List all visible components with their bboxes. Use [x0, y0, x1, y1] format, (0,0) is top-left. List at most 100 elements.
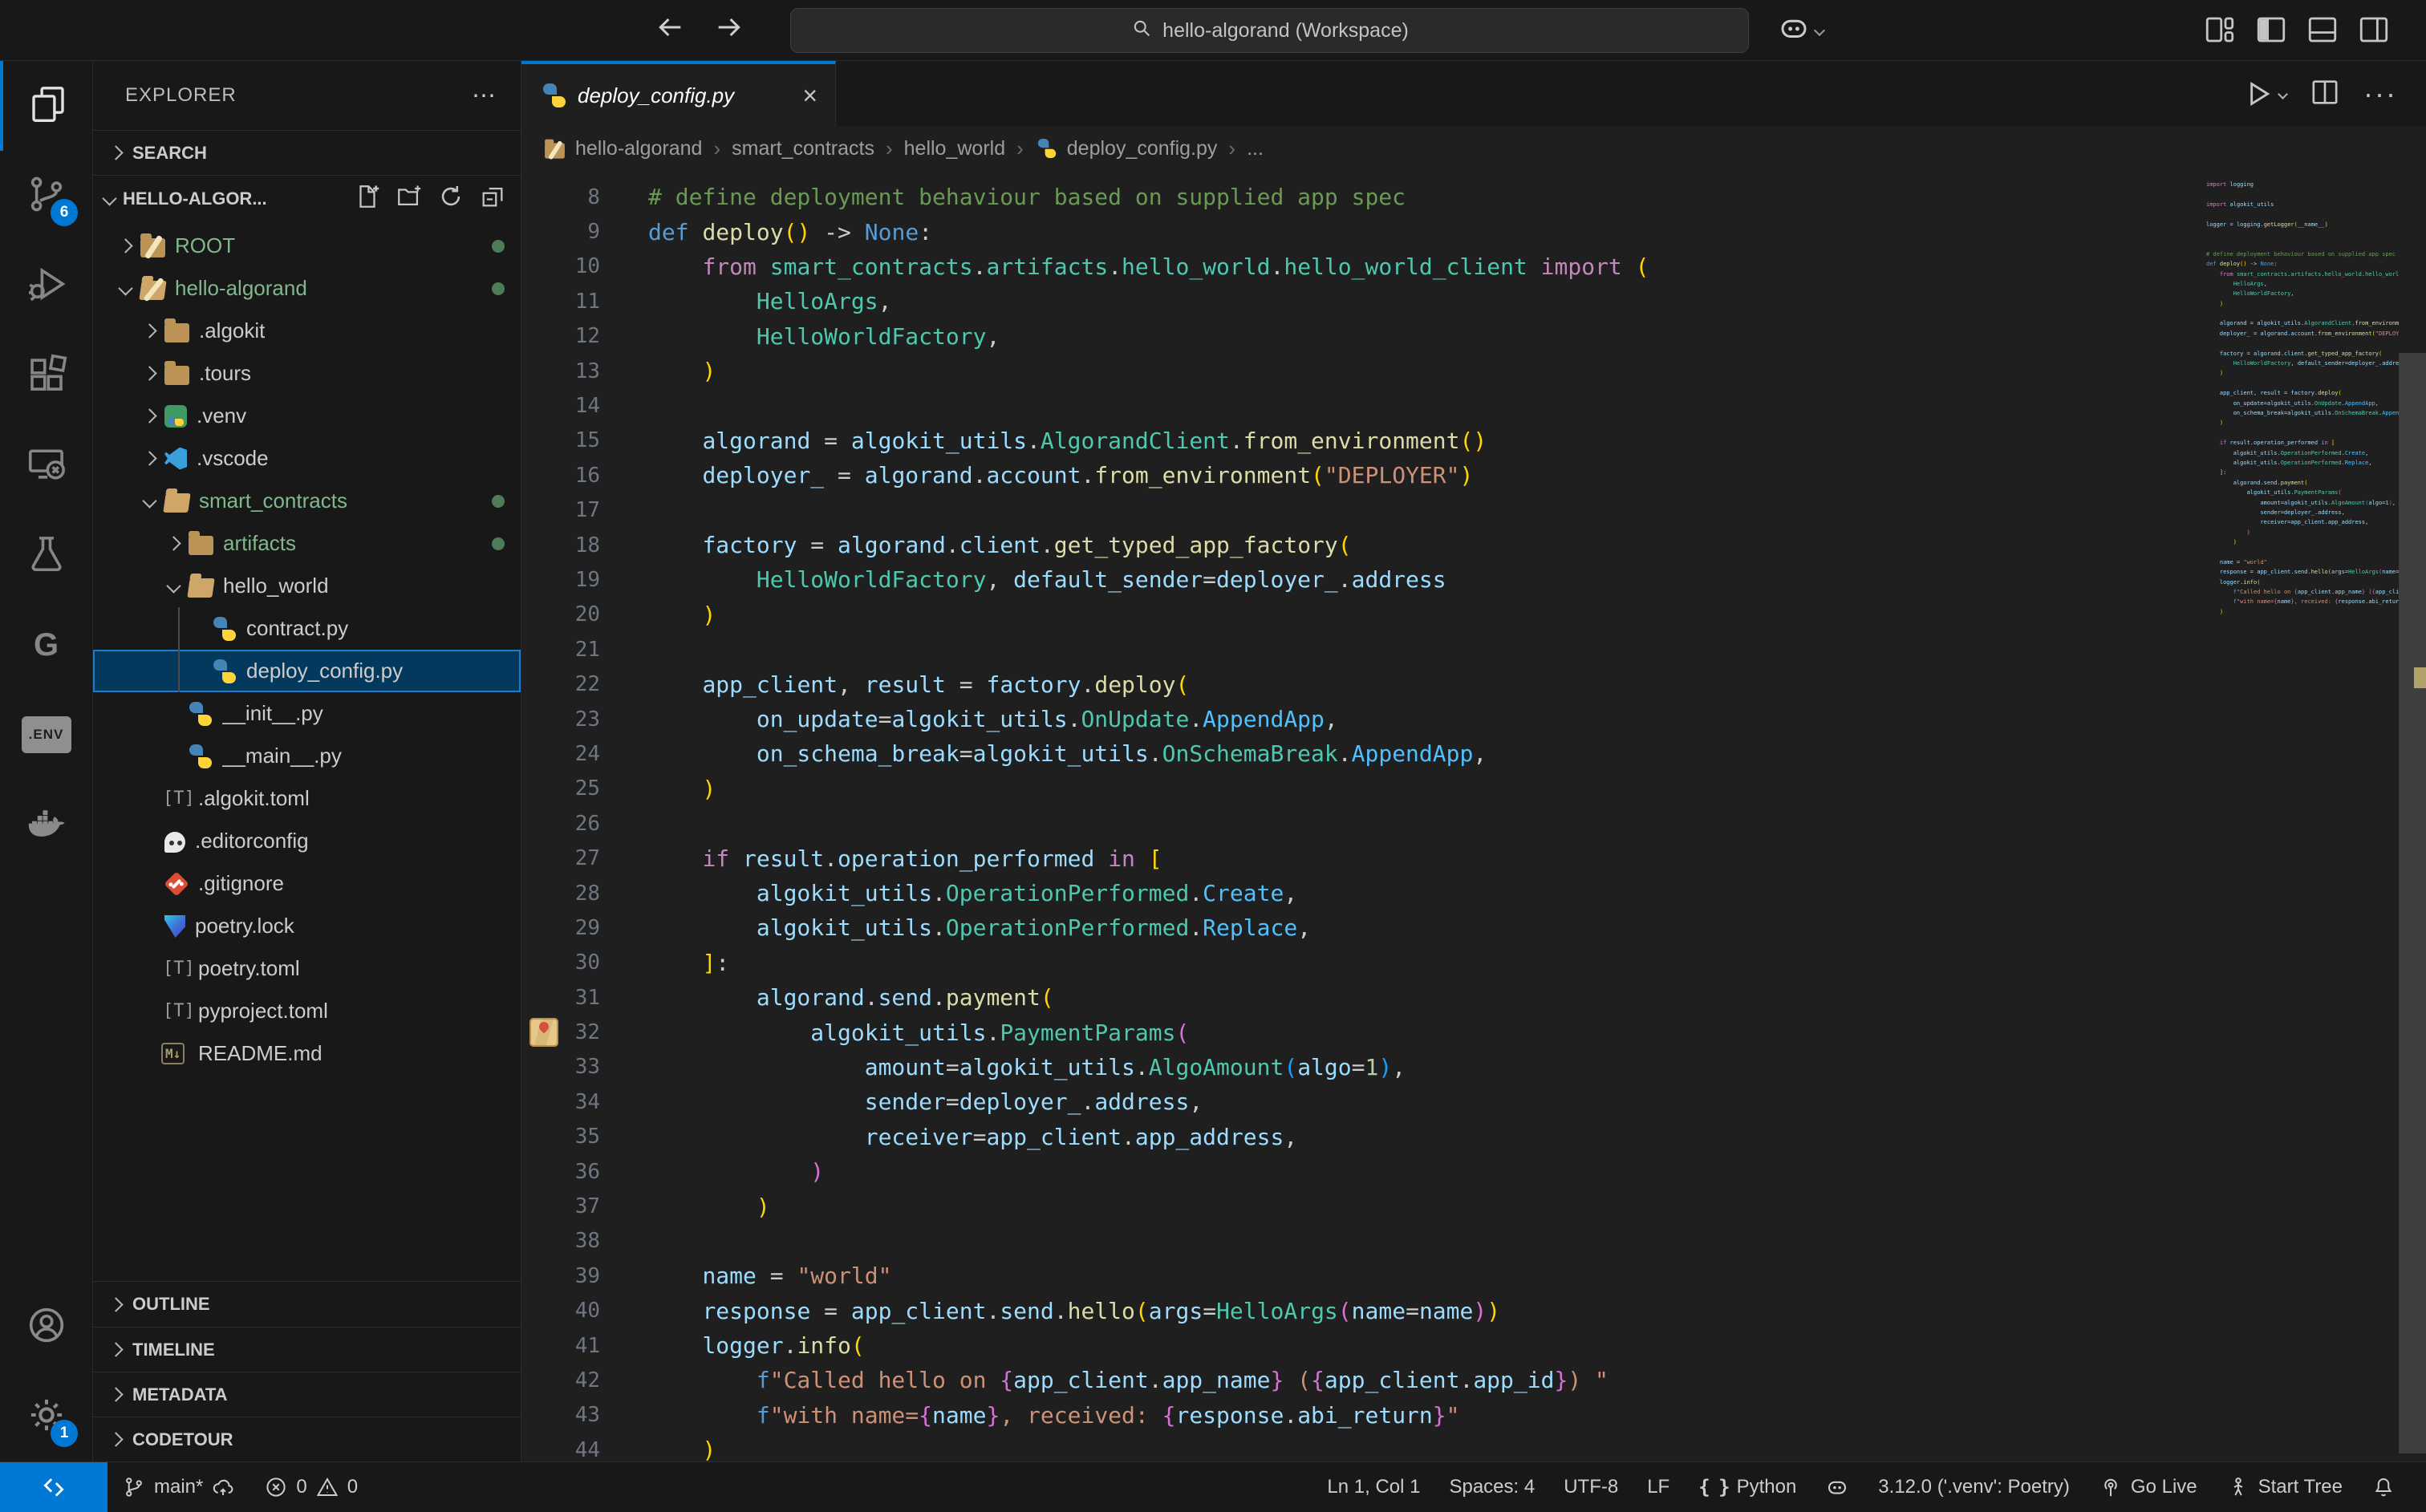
customize-layout-icon[interactable] [2203, 13, 2237, 51]
tree-item-poetry.lock[interactable]: poetry.lock [93, 905, 521, 947]
eol-status[interactable]: LF [1633, 1462, 1684, 1512]
command-center[interactable]: hello-algorand (Workspace) [790, 8, 1749, 53]
code-line[interactable]: 26 [521, 806, 2426, 841]
chevron-right-icon[interactable] [118, 238, 132, 253]
chevron-right-icon[interactable] [142, 366, 156, 380]
codetour-gutter-icon[interactable] [529, 1018, 558, 1047]
code-line[interactable]: 16 deployer_ = algorand.account.from_env… [521, 458, 2426, 493]
new-file-icon[interactable] [354, 183, 381, 215]
code-line[interactable]: 37 ) [521, 1189, 2426, 1223]
code-line[interactable]: 20 ) [521, 598, 2426, 632]
toggle-primary-sidebar-icon[interactable] [2254, 13, 2288, 51]
code-editor[interactable]: 8# define deployment behaviour based on … [521, 170, 2426, 1461]
code-line[interactable]: 9def deploy() -> None: [521, 214, 2426, 249]
activitybar-explorer[interactable] [0, 61, 92, 151]
remote-indicator[interactable] [0, 1462, 108, 1512]
encoding-status[interactable]: UTF-8 [1549, 1462, 1633, 1512]
editor-more-actions-icon[interactable]: ··· [2363, 77, 2397, 111]
activitybar-extensions[interactable] [0, 330, 92, 420]
chevron-down-icon[interactable] [118, 281, 132, 295]
tree-item-poetry.toml[interactable]: poetry.toml [93, 947, 521, 990]
code-line[interactable]: 12 HelloWorldFactory, [521, 319, 2426, 354]
code-line[interactable]: 11 HelloArgs, [521, 284, 2426, 318]
code-line[interactable]: 13 ) [521, 354, 2426, 388]
new-folder-icon[interactable] [396, 183, 423, 215]
cursor-position[interactable]: Ln 1, Col 1 [1312, 1462, 1434, 1512]
activitybar-source-control[interactable]: 6 [0, 151, 92, 241]
start-tree-button[interactable]: Start Tree [2212, 1462, 2357, 1512]
tree-item-contract.py[interactable]: contract.py [93, 607, 521, 650]
section-metadata[interactable]: METADATA [93, 1372, 521, 1417]
split-editor-icon[interactable] [2309, 76, 2341, 112]
tab-deploy-config[interactable]: deploy_config.py × [521, 61, 836, 127]
code-line[interactable]: 39 name = "world" [521, 1259, 2426, 1293]
activitybar-accounts[interactable] [0, 1282, 92, 1372]
tree-item-hello_world[interactable]: hello_world [93, 565, 521, 607]
tree-item-__main__.py[interactable]: __main__.py [93, 735, 521, 777]
go-live-button[interactable]: Go Live [2084, 1462, 2212, 1512]
tree-item-.venv[interactable]: .venv [93, 395, 521, 437]
chevron-right-icon[interactable] [142, 451, 156, 465]
code-line[interactable]: 36 ) [521, 1154, 2426, 1189]
indentation-status[interactable]: Spaces: 4 [1434, 1462, 1549, 1512]
tree-item-deploy_config.py[interactable]: deploy_config.py [93, 650, 521, 692]
tree-item-ROOT[interactable]: ROOT [93, 225, 521, 267]
activitybar-gitlens[interactable]: G [0, 600, 92, 690]
section-project-header[interactable]: HELLO-ALGOR... [93, 175, 521, 221]
tree-item-pyproject.toml[interactable]: pyproject.toml [93, 990, 521, 1032]
code-line[interactable]: 30 ]: [521, 946, 2426, 980]
branch-status[interactable]: main* [108, 1462, 249, 1512]
tree-item-.algokit[interactable]: .algokit [93, 310, 521, 352]
collapse-all-icon[interactable] [479, 183, 506, 215]
code-line[interactable]: 15 algorand = algokit_utils.AlgorandClie… [521, 424, 2426, 458]
tree-item-smart_contracts[interactable]: smart_contracts [93, 480, 521, 522]
nav-forward-icon[interactable] [713, 11, 745, 47]
section-timeline[interactable]: TIMELINE [93, 1327, 521, 1372]
refresh-icon[interactable] [437, 183, 465, 215]
breadcrumb-item-hello_world[interactable]: hello_world [904, 137, 1005, 160]
close-icon[interactable]: × [802, 83, 817, 108]
code-line[interactable]: 22 app_client, result = factory.deploy( [521, 667, 2426, 701]
breadcrumb-item-deploy_config.py[interactable]: deploy_config.py [1035, 136, 1218, 160]
tree-item-.algokit.toml[interactable]: .algokit.toml [93, 777, 521, 820]
code-line[interactable]: 28 algokit_utils.OperationPerformed.Crea… [521, 876, 2426, 910]
activitybar-dotenv[interactable]: .ENV [0, 690, 92, 780]
tree-item-artifacts[interactable]: artifacts [93, 522, 521, 565]
code-line[interactable]: 38 [521, 1224, 2426, 1259]
section-search[interactable]: SEARCH [93, 130, 521, 175]
code-line[interactable]: 31 algorand.send.payment( [521, 980, 2426, 1015]
tree-item-__init__.py[interactable]: __init__.py [93, 692, 521, 735]
code-line[interactable]: 35 receiver=app_client.app_address, [521, 1120, 2426, 1154]
breadcrumb-item-hello-algorand[interactable]: hello-algorand [542, 137, 702, 160]
code-line[interactable]: 18 factory = algorand.client.get_typed_a… [521, 528, 2426, 562]
code-line[interactable]: 23 on_update=algokit_utils.OnUpdate.Appe… [521, 702, 2426, 736]
tree-item-.editorconfig[interactable]: .editorconfig [93, 820, 521, 862]
code-line[interactable]: 27 if result.operation_performed in [ [521, 841, 2426, 875]
code-line[interactable]: 41 logger.info( [521, 1328, 2426, 1363]
language-mode[interactable]: { }Python [1684, 1462, 1811, 1512]
tree-item-.tours[interactable]: .tours [93, 352, 521, 395]
activitybar-docker[interactable] [0, 780, 92, 870]
code-line[interactable]: 34 sender=deployer_.address, [521, 1084, 2426, 1119]
notifications-bell-icon[interactable] [2357, 1462, 2410, 1512]
chevron-right-icon[interactable] [142, 408, 156, 423]
tree-item-hello-algorand[interactable]: hello-algorand [93, 267, 521, 310]
activitybar-remote-explorer[interactable] [0, 420, 92, 510]
section-outline[interactable]: OUTLINE [93, 1282, 521, 1327]
tree-item-.vscode[interactable]: .vscode [93, 437, 521, 480]
activitybar-testing[interactable] [0, 510, 92, 600]
code-line[interactable]: 40 response = app_client.send.hello(args… [521, 1294, 2426, 1328]
explorer-more-icon[interactable]: ⋯ [472, 82, 497, 110]
code-line[interactable]: 44 ) [521, 1433, 2426, 1461]
vertical-scrollbar[interactable] [2399, 170, 2426, 1461]
code-line[interactable]: 14 [521, 388, 2426, 423]
code-line[interactable]: 19 HelloWorldFactory, default_sender=dep… [521, 562, 2426, 597]
section-codetour[interactable]: CODETOUR [93, 1417, 521, 1461]
problems-status[interactable]: 0 0 [249, 1462, 372, 1512]
code-line[interactable]: 33 amount=algokit_utils.AlgoAmount(algo=… [521, 1050, 2426, 1084]
code-line[interactable]: 17 [521, 493, 2426, 528]
copilot-status-icon[interactable] [1811, 1462, 1864, 1512]
code-line[interactable]: 32 algokit_utils.PaymentParams( [521, 1015, 2426, 1049]
run-python-file-button[interactable] [2242, 78, 2286, 110]
toggle-panel-icon[interactable] [2306, 13, 2339, 51]
